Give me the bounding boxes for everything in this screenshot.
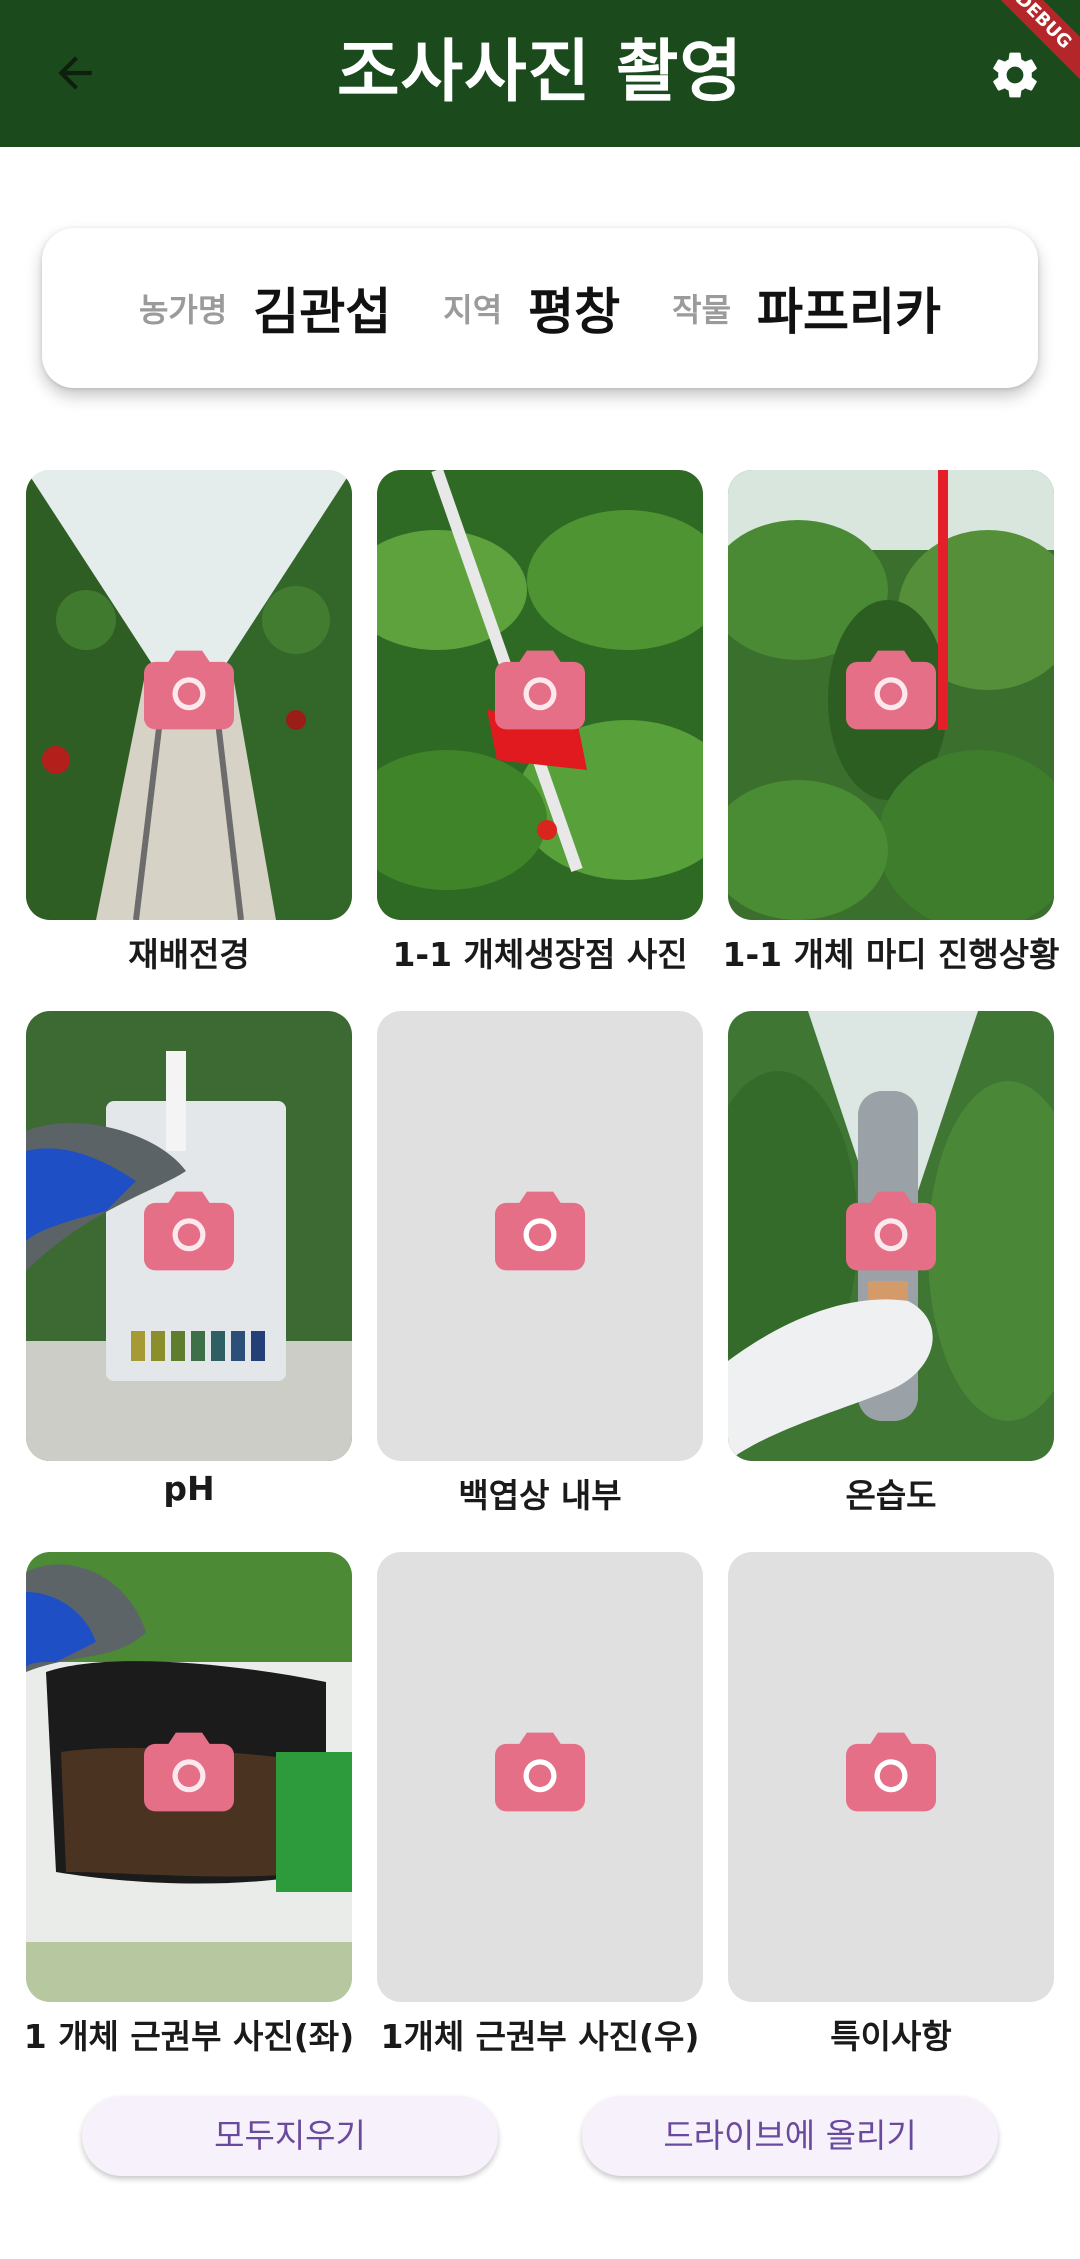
region-info: 지역 평창	[443, 272, 620, 344]
crop-info: 작물 파프리카	[672, 272, 941, 344]
camera-icon	[144, 1191, 234, 1271]
photo-caption: 온습도	[845, 1476, 937, 1515]
region-label: 지역	[443, 291, 503, 329]
camera-icon	[846, 650, 936, 730]
crop-label: 작물	[672, 291, 732, 329]
farmer-value: 김관섭	[253, 283, 392, 341]
photo-caption: 1 개체 근권부 사진(좌)	[23, 2017, 355, 2056]
photo-placeholder[interactable]	[377, 1011, 703, 1461]
clear-all-button[interactable]: 모두지우기	[82, 2096, 498, 2176]
photo-caption: pH	[163, 1469, 215, 1508]
photo-thumbnail[interactable]	[728, 470, 1054, 920]
photo-thumbnail[interactable]	[26, 1552, 352, 2002]
photo-caption: 1-1 개체 마디 진행상황	[722, 935, 1060, 974]
farmer-label: 농가명	[138, 291, 228, 329]
photo-caption: 백엽상 내부	[458, 1476, 622, 1515]
app-bar: 조사사진 촬영 DEBUG	[0, 0, 1080, 147]
upload-to-drive-button[interactable]: 드라이브에 올리기	[582, 2096, 998, 2176]
photo-thumbnail[interactable]	[377, 470, 703, 920]
photo-placeholder[interactable]	[377, 1552, 703, 2002]
camera-icon	[495, 1732, 585, 1812]
photo-caption: 1개체 근권부 사진(우)	[380, 2017, 700, 2056]
crop-value: 파프리카	[757, 283, 942, 341]
camera-icon	[144, 1732, 234, 1812]
camera-icon	[144, 650, 234, 730]
photo-thumbnail[interactable]	[26, 1011, 352, 1461]
region-value: 평창	[528, 283, 621, 341]
photo-caption: 특이사항	[830, 2017, 952, 2056]
camera-icon	[846, 1732, 936, 1812]
camera-icon	[495, 650, 585, 730]
farm-info-card: 농가명 김관섭 지역 평창 작물 파프리카	[42, 228, 1038, 388]
photo-thumbnail[interactable]	[26, 470, 352, 920]
farmer-info: 농가명 김관섭	[139, 272, 391, 344]
photo-placeholder[interactable]	[728, 1552, 1054, 2002]
settings-button[interactable]	[980, 40, 1050, 110]
camera-icon	[846, 1191, 936, 1271]
photo-caption: 1-1 개체생장점 사진	[392, 935, 688, 974]
gear-icon	[993, 52, 1037, 98]
page-title: 조사사진 촬영	[336, 33, 744, 112]
photo-thumbnail[interactable]	[728, 1011, 1054, 1461]
photo-caption: 재배전경	[128, 935, 250, 974]
camera-icon	[495, 1191, 585, 1271]
